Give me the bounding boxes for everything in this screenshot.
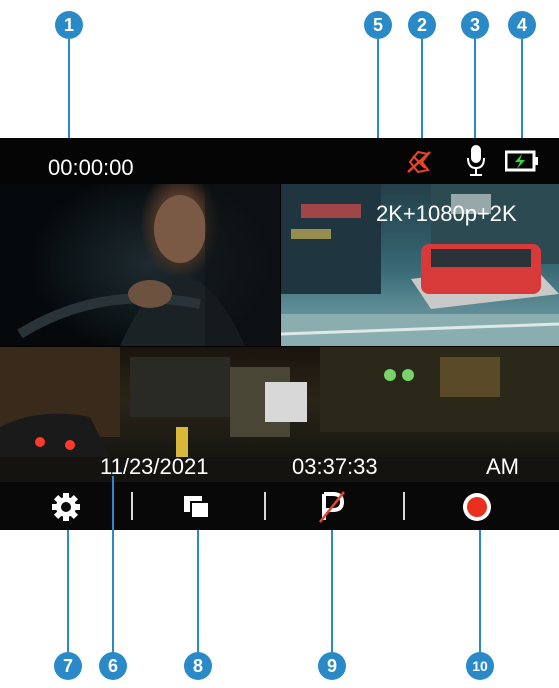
callout-7: 7 <box>54 652 82 680</box>
callout-4: 4 <box>508 11 536 39</box>
microphone-icon <box>466 144 486 183</box>
callout-10-leader <box>479 530 481 652</box>
callout-4-leader <box>521 39 523 145</box>
status-bar: 00:00:00 <box>0 138 559 184</box>
battery-charging-icon <box>504 150 539 177</box>
recording-timer: 00:00:00 <box>48 155 134 180</box>
toolbar-divider <box>264 492 266 520</box>
toolbar-divider <box>131 492 133 520</box>
front-camera-view <box>0 347 559 482</box>
callout-3: 3 <box>461 11 489 39</box>
view-switch-icon[interactable] <box>183 495 211 524</box>
record-icon[interactable] <box>462 492 492 527</box>
parking-mode-off-icon[interactable] <box>318 490 346 529</box>
dashcam-screen: 00:00:00 2K+1080p+2K 11/23/2021 03:37:33… <box>0 138 559 530</box>
callout-2: 2 <box>408 11 436 39</box>
gps-off-icon <box>404 148 434 181</box>
callout-8: 8 <box>184 652 212 680</box>
callout-10: 10 <box>466 652 494 680</box>
date-stamp: 11/23/2021 <box>100 454 209 479</box>
callout-1-leader <box>68 39 70 145</box>
callout-2-leader <box>421 39 423 143</box>
callout-7-leader <box>67 530 69 652</box>
callout-6-leader <box>112 476 114 652</box>
toolbar-divider <box>403 492 405 520</box>
callout-9-leader <box>331 530 333 652</box>
control-toolbar <box>0 482 559 530</box>
callout-1: 1 <box>55 11 83 39</box>
time-stamp: 03:37:33 <box>292 454 378 479</box>
ampm-stamp: AM <box>486 454 519 479</box>
callout-5: 5 <box>364 11 392 39</box>
settings-gear-icon[interactable] <box>51 492 81 527</box>
callout-9: 9 <box>318 652 346 680</box>
callout-3-leader <box>474 39 476 143</box>
interior-camera-view <box>0 184 280 346</box>
callout-6: 6 <box>99 652 127 680</box>
callout-8-leader <box>197 530 199 652</box>
resolution-label: 2K+1080p+2K <box>376 201 517 226</box>
